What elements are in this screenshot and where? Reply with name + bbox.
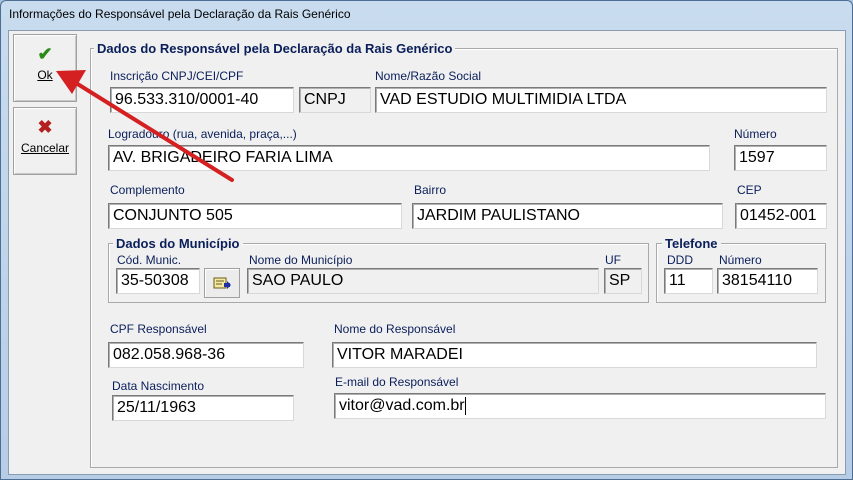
- cancel-button-label: Cancelar: [20, 141, 70, 155]
- logradouro-field[interactable]: AV. BRIGADEIRO FARIA LIMA: [108, 145, 710, 171]
- cep-field[interactable]: 01452-001: [735, 203, 827, 229]
- telefone-numero-field[interactable]: 38154110: [717, 268, 818, 294]
- uf-label: UF: [605, 253, 621, 267]
- cod-municipio-field[interactable]: 35-50308: [116, 268, 200, 294]
- inscricao-type-field: CNPJ: [299, 87, 371, 113]
- email-responsavel-label: E-mail do Responsável: [335, 375, 459, 389]
- ok-button[interactable]: ✔ Ok: [13, 34, 77, 102]
- nome-razao-field[interactable]: VAD ESTUDIO MULTIMIDIA LTDA: [375, 87, 827, 113]
- data-nascimento-field[interactable]: 25/11/1963: [112, 395, 294, 421]
- uf-field: SP: [604, 268, 642, 294]
- cpf-responsavel-label: CPF Responsável: [110, 322, 207, 336]
- nome-responsavel-field[interactable]: VITOR MARADEI: [332, 342, 817, 368]
- complemento-field[interactable]: CONJUNTO 505: [108, 203, 402, 229]
- municipio-group-title: Dados do Município: [113, 237, 243, 251]
- nome-municipio-field: SAO PAULO: [247, 268, 599, 294]
- bairro-label: Bairro: [414, 183, 447, 197]
- telefone-numero-label: Número: [719, 253, 762, 267]
- x-icon: ✖: [37, 117, 53, 137]
- email-responsavel-field[interactable]: vitor@vad.com.br: [334, 393, 826, 419]
- dialog-client-area: ✔ Ok ✖ Cancelar Dados do Responsável pel…: [8, 30, 846, 475]
- data-nascimento-label: Data Nascimento: [112, 379, 205, 393]
- logradouro-label: Logradouro (rua, avenida, praça,...): [108, 127, 297, 141]
- ddd-label: DDD: [667, 253, 693, 267]
- dialog-window: Informações do Responsável pela Declaraç…: [0, 0, 853, 480]
- checkmark-icon: ✔: [37, 44, 53, 64]
- municipio-lookup-button[interactable]: [204, 268, 240, 298]
- telefone-group-title: Telefone: [662, 237, 721, 251]
- window-title: Informações do Responsável pela Declaraç…: [9, 7, 351, 21]
- cod-municipio-label: Cód. Munic.: [117, 253, 182, 267]
- inscricao-field[interactable]: 96.533.310/0001-40: [110, 87, 294, 113]
- text-caret: [464, 397, 466, 415]
- cancel-button[interactable]: ✖ Cancelar: [13, 107, 77, 175]
- responsible-data-group-title: Dados do Responsável pela Declaração da …: [94, 42, 456, 56]
- nome-municipio-label: Nome do Município: [249, 253, 353, 267]
- numero-field[interactable]: 1597: [734, 145, 827, 171]
- email-responsavel-value: vitor@vad.com.br: [339, 397, 465, 414]
- cpf-responsavel-field[interactable]: 082.058.968-36: [108, 342, 304, 368]
- inscricao-label: Inscrição CNPJ/CEI/CPF: [110, 69, 244, 83]
- ok-button-label: Ok: [37, 68, 53, 82]
- numero-label: Número: [734, 127, 777, 141]
- nome-razao-label: Nome/Razão Social: [375, 69, 482, 83]
- complemento-label: Complemento: [110, 183, 185, 197]
- ddd-field[interactable]: 11: [664, 268, 713, 294]
- lookup-hand-icon: [213, 277, 231, 289]
- bairro-field[interactable]: JARDIM PAULISTANO: [412, 203, 723, 229]
- cep-label: CEP: [737, 183, 762, 197]
- nome-responsavel-label: Nome do Responsável: [334, 322, 456, 336]
